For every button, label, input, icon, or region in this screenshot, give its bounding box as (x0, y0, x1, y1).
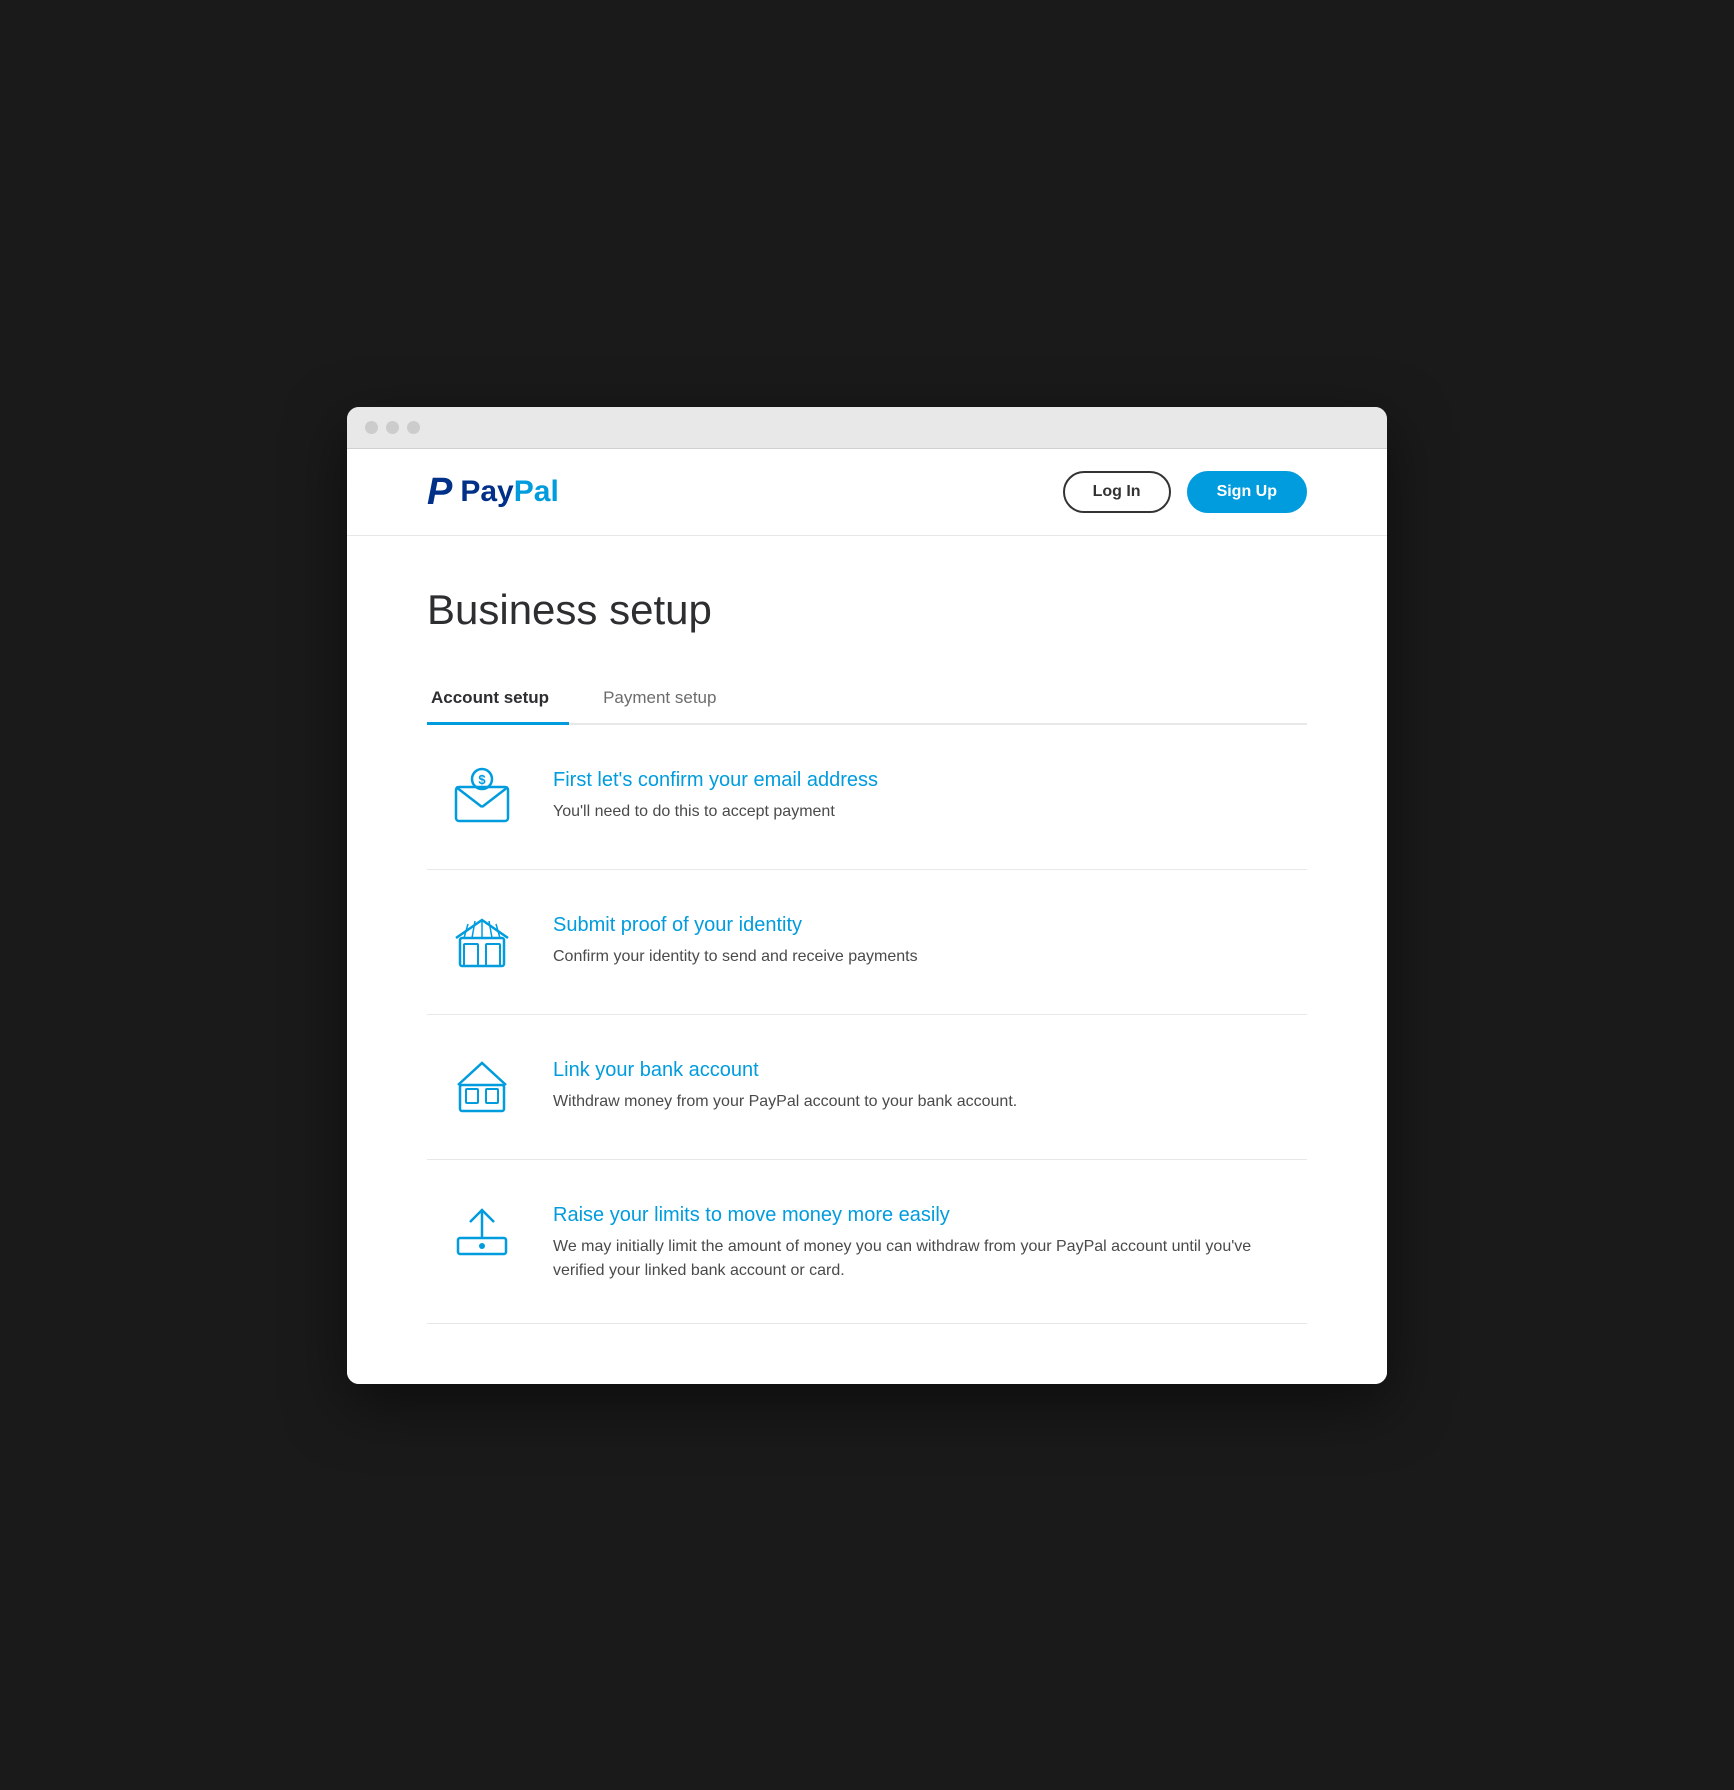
tab-account-setup[interactable]: Account setup (427, 674, 569, 725)
header-actions: Log In Sign Up (1063, 471, 1307, 513)
step-link-bank-title[interactable]: Link your bank account (553, 1059, 1287, 1082)
login-button[interactable]: Log In (1063, 471, 1171, 513)
step-link-bank-desc: Withdraw money from your PayPal account … (553, 1090, 1287, 1114)
site-header: P PayPal Log In Sign Up (347, 449, 1387, 536)
upload-icon-wrap (447, 1200, 517, 1264)
step-link-bank: Link your bank account Withdraw money fr… (427, 1015, 1307, 1160)
step-submit-identity: Submit proof of your identity Confirm yo… (427, 870, 1307, 1015)
steps-list: $ First let's confirm your email address… (427, 725, 1307, 1324)
step-confirm-email-desc: You'll need to do this to accept payment (553, 800, 1287, 824)
step-submit-identity-title[interactable]: Submit proof of your identity (553, 914, 1287, 937)
paypal-pal: Pal (514, 475, 559, 508)
svg-text:$: $ (478, 772, 486, 787)
email-icon: $ (450, 765, 514, 829)
email-icon-wrap: $ (447, 765, 517, 829)
step-confirm-email-title[interactable]: First let's confirm your email address (553, 769, 1287, 792)
browser-dot-yellow (386, 421, 399, 434)
step-raise-limits-content: Raise your limits to move money more eas… (553, 1200, 1287, 1283)
browser-dot-green (407, 421, 420, 434)
step-raise-limits-desc: We may initially limit the amount of mon… (553, 1235, 1287, 1283)
paypal-pay: Pay (460, 475, 513, 508)
page-title: Business setup (427, 586, 1307, 634)
signup-button[interactable]: Sign Up (1187, 471, 1307, 513)
browser-content: P PayPal Log In Sign Up Business setup A… (347, 449, 1387, 1384)
main-content: Business setup Account setup Payment set… (347, 536, 1387, 1384)
browser-toolbar (347, 407, 1387, 449)
tab-payment-setup[interactable]: Payment setup (599, 674, 736, 725)
store-icon (450, 910, 514, 974)
step-submit-identity-desc: Confirm your identity to send and receiv… (553, 945, 1287, 969)
paypal-logo-p-icon: P (427, 473, 452, 511)
step-confirm-email-content: First let's confirm your email address Y… (553, 765, 1287, 824)
step-raise-limits-title[interactable]: Raise your limits to move money more eas… (553, 1204, 1287, 1227)
upload-icon (450, 1200, 514, 1264)
paypal-logo-text: PayPal (460, 477, 558, 507)
bank-icon-wrap (447, 1055, 517, 1119)
browser-window: P PayPal Log In Sign Up Business setup A… (347, 407, 1387, 1384)
bank-icon (450, 1055, 514, 1119)
browser-dot-red (365, 421, 378, 434)
paypal-logo: P PayPal (427, 473, 559, 511)
tabs-container: Account setup Payment setup (427, 674, 1307, 725)
step-link-bank-content: Link your bank account Withdraw money fr… (553, 1055, 1287, 1114)
store-icon-wrap (447, 910, 517, 974)
step-confirm-email: $ First let's confirm your email address… (427, 725, 1307, 870)
step-submit-identity-content: Submit proof of your identity Confirm yo… (553, 910, 1287, 969)
step-raise-limits: Raise your limits to move money more eas… (427, 1160, 1307, 1324)
